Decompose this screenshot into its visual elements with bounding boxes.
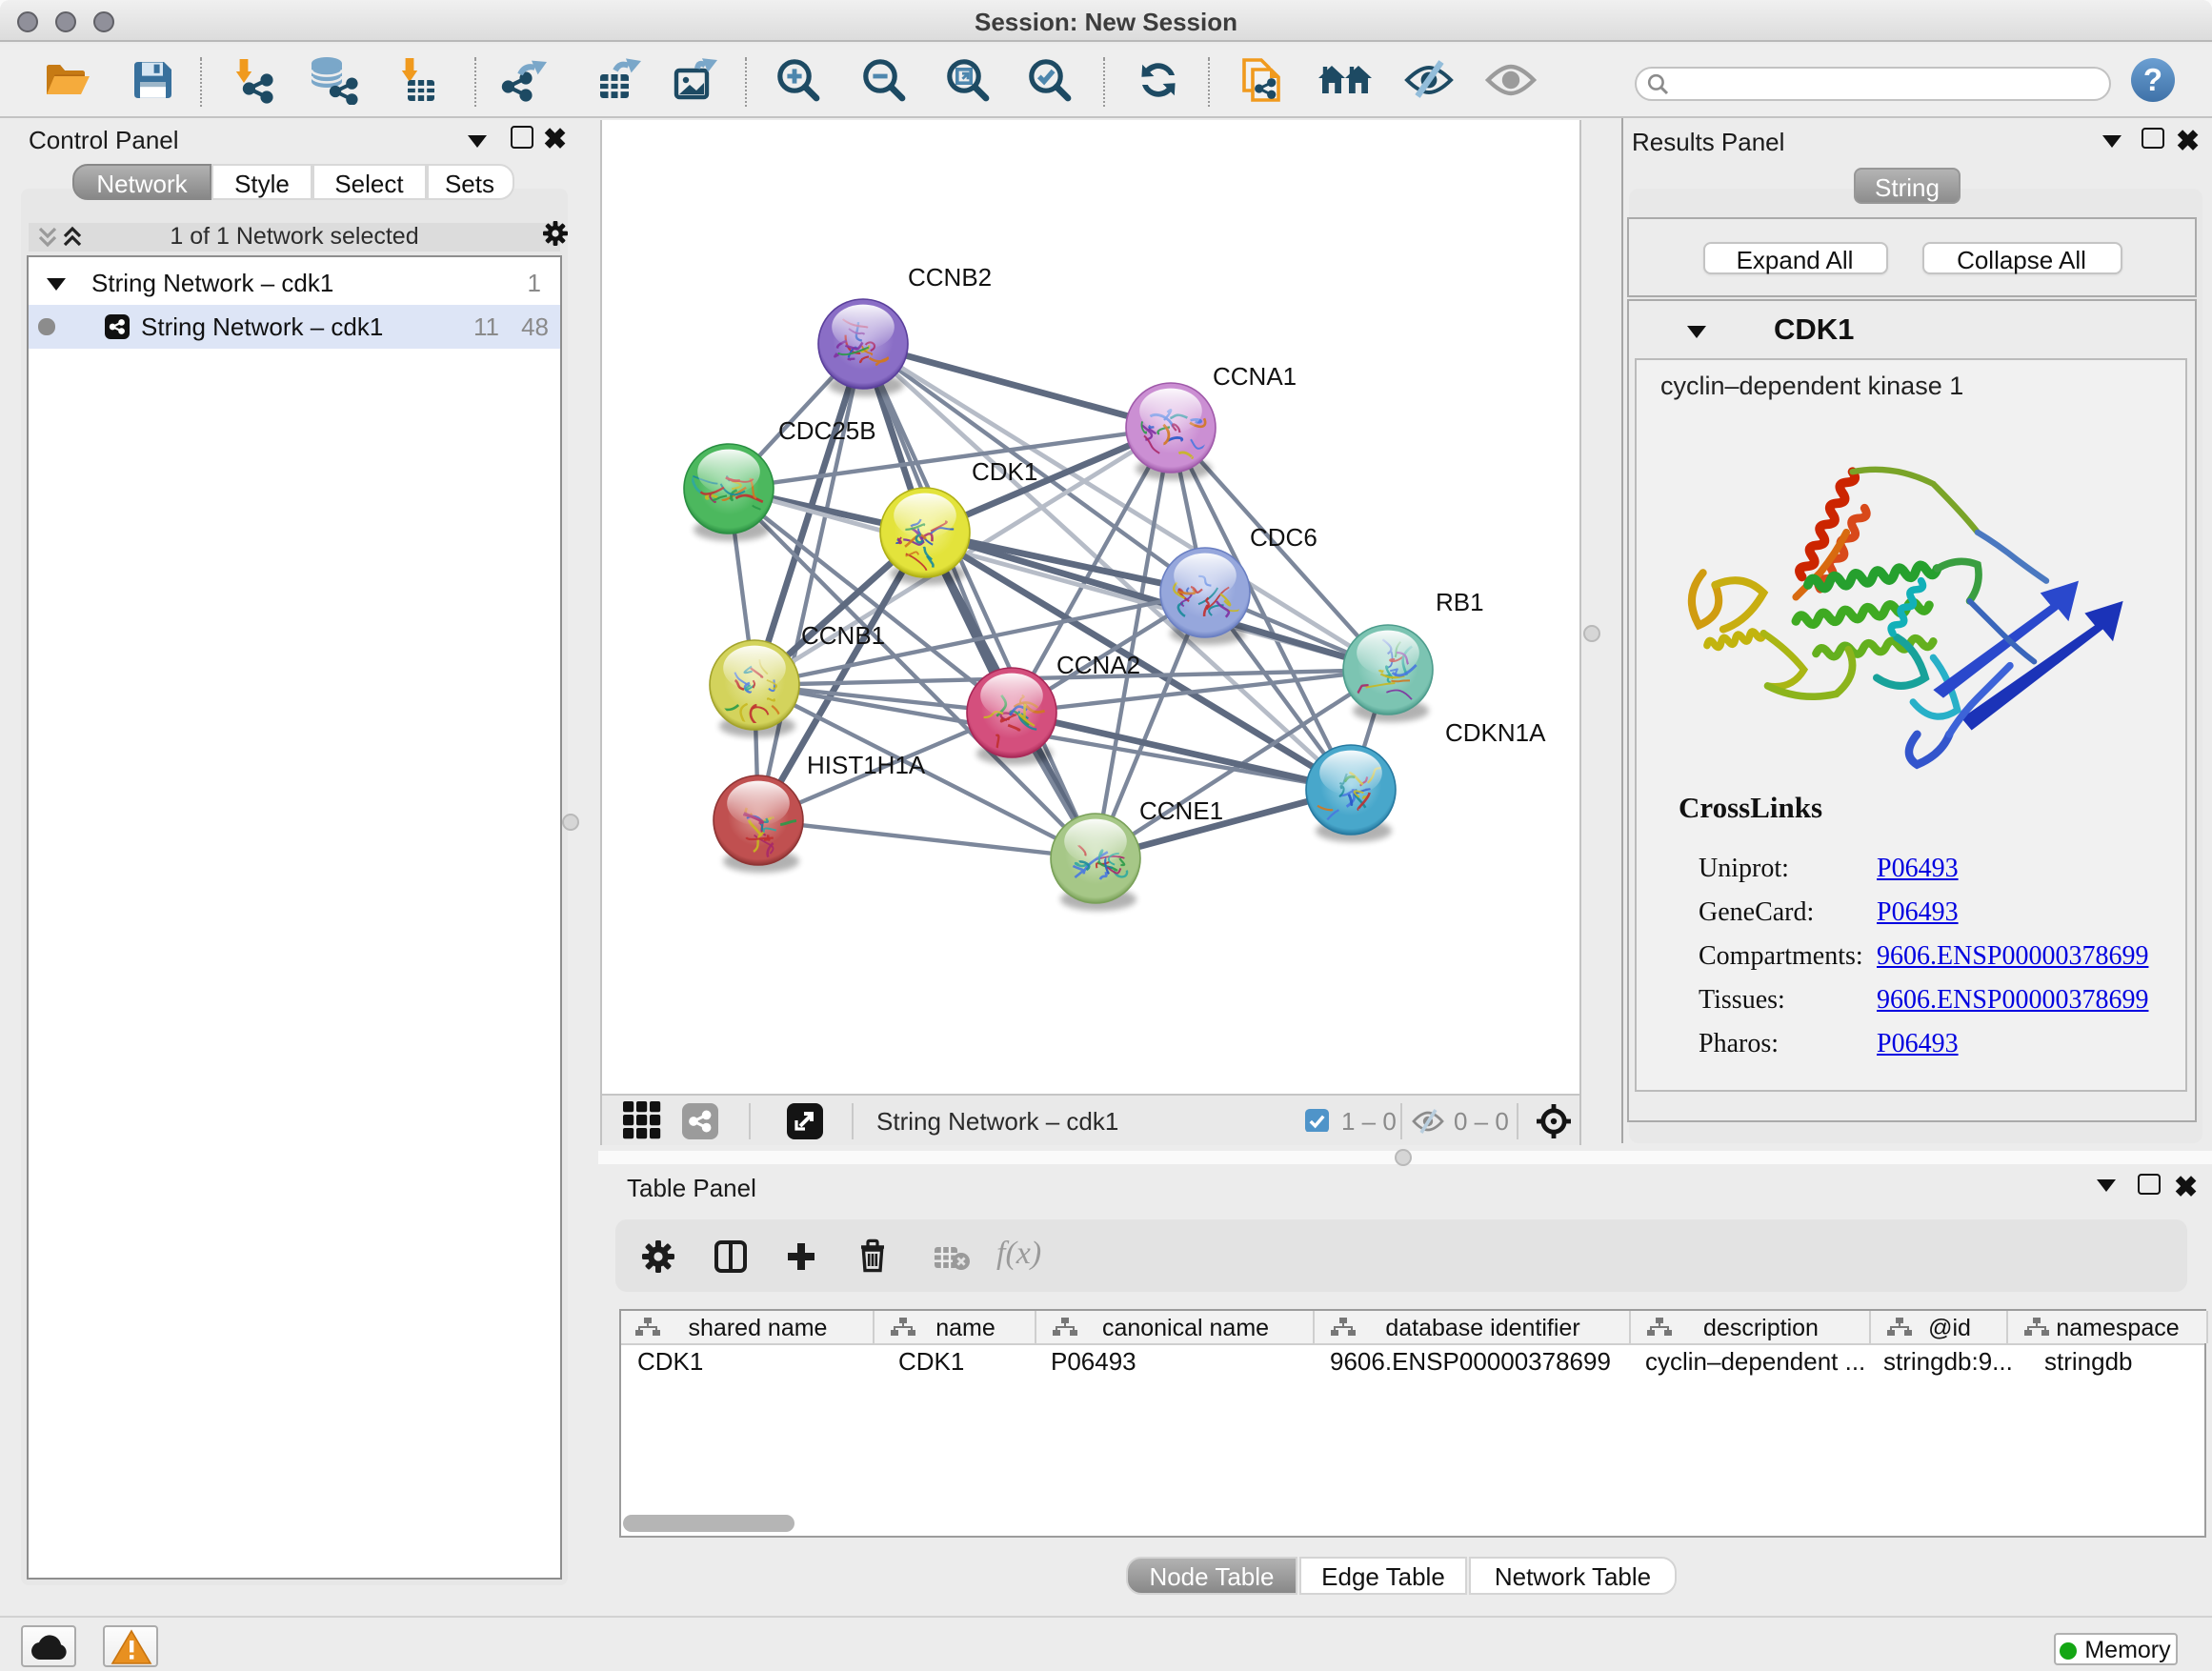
svg-text:CCNA1: CCNA1 (1213, 361, 1297, 390)
svg-text:?: ? (2143, 62, 2162, 97)
svg-text:CCNA2: CCNA2 (1056, 650, 1140, 678)
svg-text:CDC6: CDC6 (1250, 522, 1317, 551)
svg-text:RB1: RB1 (1436, 587, 1484, 615)
svg-text:CDK1: CDK1 (972, 456, 1037, 485)
svg-text:CCNB2: CCNB2 (908, 262, 992, 291)
svg-text:CCNB1: CCNB1 (801, 620, 885, 649)
svg-text:CDKN1A: CDKN1A (1445, 717, 1546, 746)
svg-text:CCNE1: CCNE1 (1139, 795, 1223, 824)
svg-text:HIST1H1A: HIST1H1A (807, 750, 926, 778)
svg-text:CDC25B: CDC25B (778, 415, 876, 444)
